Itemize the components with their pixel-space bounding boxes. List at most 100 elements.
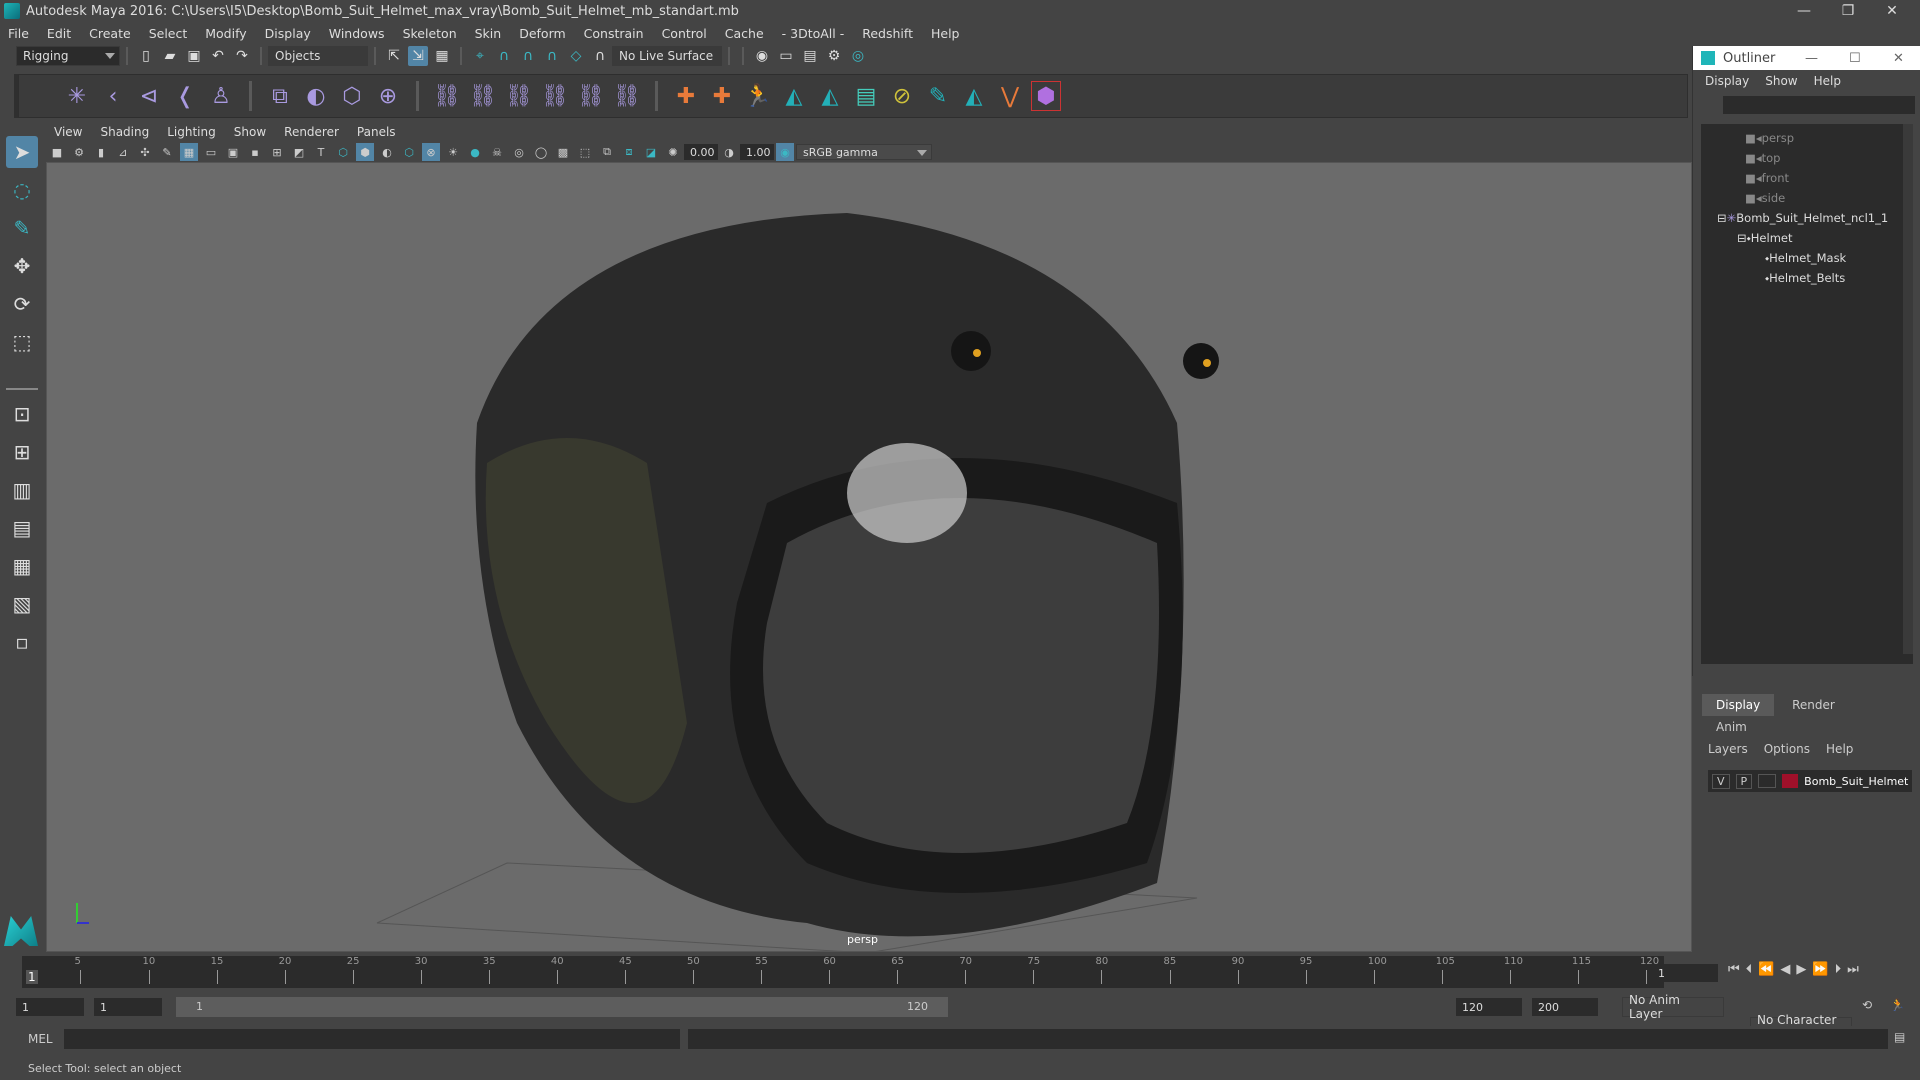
script-language-label[interactable]: MEL: [28, 1032, 53, 1046]
use-all-lights-icon[interactable]: ☀: [444, 143, 462, 161]
menu-constrain[interactable]: Constrain: [584, 26, 644, 41]
gamma-icon[interactable]: ◑: [720, 143, 738, 161]
menu-deform[interactable]: Deform: [519, 26, 565, 41]
outliner-minimize-button[interactable]: —: [1805, 51, 1818, 66]
menu-select[interactable]: Select: [149, 26, 188, 41]
maya-tool-3-icon[interactable]: ◭: [959, 81, 989, 111]
field-chart-icon[interactable]: ⊞: [268, 143, 286, 161]
tab-render[interactable]: Render: [1778, 694, 1849, 716]
render-settings-icon[interactable]: ⚙: [824, 46, 844, 66]
channel-list-icon[interactable]: ▤: [851, 81, 881, 111]
tab-anim[interactable]: Anim: [1702, 716, 1761, 738]
perspective-viewport[interactable]: persp: [46, 162, 1692, 952]
outliner-item-helmet-mask[interactable]: ⬩ Helmet_Mask: [1765, 248, 1846, 268]
open-scene-icon[interactable]: ▰: [160, 46, 180, 66]
outliner-maximize-button[interactable]: ☐: [1849, 51, 1861, 66]
locator-icon[interactable]: ✚: [671, 81, 701, 111]
layer-row[interactable]: V P Bomb_Suit_Helmet: [1708, 770, 1912, 792]
paint-select-icon[interactable]: ✎: [923, 81, 953, 111]
point-constraint-icon[interactable]: ⛓: [468, 81, 498, 111]
blend-shape-icon[interactable]: ◐: [301, 81, 331, 111]
menu-skin[interactable]: Skin: [475, 26, 502, 41]
go-to-start-icon[interactable]: ⏮: [1728, 962, 1740, 977]
wireframe-on-shaded-icon[interactable]: ⬡: [400, 143, 418, 161]
select-hierarchy-icon[interactable]: ⇱: [384, 46, 404, 66]
ipr-render-icon[interactable]: ▤: [800, 46, 820, 66]
outliner-menu-show[interactable]: Show: [1765, 74, 1797, 88]
step-back-key-icon[interactable]: ⏪: [1758, 962, 1774, 977]
2d-pan-icon[interactable]: ✣: [136, 143, 154, 161]
outliner-close-button[interactable]: ✕: [1893, 51, 1904, 66]
script-editor-icon[interactable]: ▤: [1894, 1030, 1905, 1044]
restore-button[interactable]: ❐: [1826, 0, 1870, 22]
parent-constraint-icon[interactable]: ⛓: [432, 81, 462, 111]
ik-handle-icon[interactable]: ‹: [98, 81, 128, 111]
ik-spline-icon[interactable]: ⊲: [134, 81, 164, 111]
pole-vector-icon[interactable]: ⛓: [612, 81, 642, 111]
insert-joint-icon[interactable]: ❬: [170, 81, 200, 111]
select-object-icon[interactable]: ⇲: [408, 46, 428, 66]
live-surface-field[interactable]: No Live Surface: [612, 46, 722, 66]
color-space-dropdown[interactable]: sRGB gamma: [796, 144, 932, 160]
panel-menu-shading[interactable]: Shading: [100, 125, 149, 139]
gamma-field[interactable]: 1.00: [740, 144, 774, 160]
go-to-end-icon[interactable]: ⏭: [1847, 962, 1859, 977]
outliner-layout-icon[interactable]: ▥: [6, 474, 38, 506]
lasso-tool-icon[interactable]: ◌: [6, 174, 38, 206]
joint-tool-icon[interactable]: ✳: [62, 81, 92, 111]
outliner-scrollbar[interactable]: [1903, 124, 1913, 654]
image-icon[interactable]: ◪: [642, 143, 660, 161]
bookmark-icon[interactable]: ▮: [92, 143, 110, 161]
outliner-item-top[interactable]: ■◂ top: [1745, 148, 1781, 168]
wireframe-icon[interactable]: ⬡: [334, 143, 352, 161]
maya-tool-2-icon[interactable]: ◭: [815, 81, 845, 111]
grid-icon[interactable]: ▦: [180, 143, 198, 161]
layer-color-swatch[interactable]: [1782, 774, 1799, 788]
move-tool-icon[interactable]: ✥: [6, 250, 38, 282]
step-forward-key-icon[interactable]: ⏩: [1812, 962, 1828, 977]
custom-layout-icon[interactable]: ▫: [6, 626, 38, 658]
character-icon[interactable]: 🏃: [743, 81, 773, 111]
menu-modify[interactable]: Modify: [205, 26, 246, 41]
close-button[interactable]: ✕: [1870, 0, 1914, 22]
layer-menu-help[interactable]: Help: [1826, 742, 1853, 756]
layers-off-icon[interactable]: ⊘: [887, 81, 917, 111]
primitives-icon[interactable]: ⬢: [1031, 81, 1061, 111]
hypergraph-layout-icon[interactable]: ▦: [6, 550, 38, 582]
safe-title-icon[interactable]: T: [312, 143, 330, 161]
current-frame-field[interactable]: 1: [1652, 964, 1718, 982]
new-scene-icon[interactable]: ▯: [136, 46, 156, 66]
ambient-occlusion-icon[interactable]: ◎: [510, 143, 528, 161]
select-tool-icon[interactable]: ➤: [6, 136, 38, 168]
range-slider[interactable]: 1 120: [176, 997, 948, 1017]
visibility-toggle[interactable]: V: [1712, 773, 1730, 789]
render-current-icon[interactable]: ▭: [776, 46, 796, 66]
outliner-item-group[interactable]: ⊟ ✳ Bomb_Suit_Helmet_ncl1_1: [1717, 208, 1888, 228]
layer-menu-options[interactable]: Options: [1764, 742, 1810, 756]
xray-icon[interactable]: ⧉: [598, 143, 616, 161]
step-back-frame-icon[interactable]: ⏴: [1746, 962, 1753, 977]
anim-layer-dropdown[interactable]: No Anim Layer: [1622, 993, 1724, 1021]
smooth-shade-icon[interactable]: ⬢: [356, 143, 374, 161]
use-default-material-icon[interactable]: ◐: [378, 143, 396, 161]
menu-control[interactable]: Control: [662, 26, 707, 41]
camera-icon[interactable]: ■: [48, 143, 66, 161]
auto-key-icon[interactable]: ⟲: [1862, 998, 1872, 1012]
panel-menu-renderer[interactable]: Renderer: [284, 125, 339, 139]
humanik-icon[interactable]: ♙: [206, 81, 236, 111]
snap-curve-icon[interactable]: ∩: [494, 46, 514, 66]
current-frame-marker[interactable]: 1: [26, 970, 38, 984]
outliner-item-front[interactable]: ■◂ front: [1745, 168, 1789, 188]
exposure-icon[interactable]: ✺: [664, 143, 682, 161]
outliner-item-persp[interactable]: ■◂ persp: [1745, 128, 1794, 148]
cluster-icon[interactable]: ⧉: [265, 81, 295, 111]
color-management-toggle-icon[interactable]: ◉: [776, 143, 794, 161]
orient-constraint-icon[interactable]: ⛓: [504, 81, 534, 111]
panel-menu-panels[interactable]: Panels: [357, 125, 396, 139]
four-view-layout-icon[interactable]: ⊞: [6, 436, 38, 468]
aim-constraint-icon[interactable]: ⛓: [576, 81, 606, 111]
mode-dropdown[interactable]: Rigging: [16, 46, 120, 66]
hypershade-icon[interactable]: ◎: [848, 46, 868, 66]
render-view-icon[interactable]: ◉: [752, 46, 772, 66]
step-forward-frame-icon[interactable]: ⏵: [1835, 962, 1842, 977]
